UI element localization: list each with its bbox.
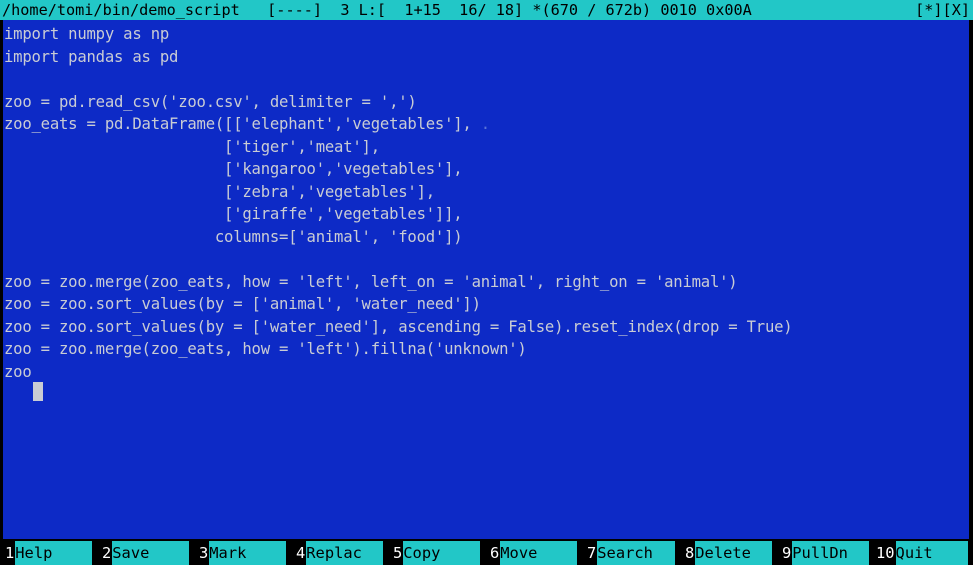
text-cursor <box>33 382 43 401</box>
function-key-9-label: PullDn <box>792 541 870 565</box>
function-key-4-label: Replac <box>306 541 384 565</box>
function-key-5-copy[interactable]: 5 Copy <box>388 541 485 565</box>
line-continuation-marker: . <box>471 115 490 133</box>
function-key-10-quit[interactable]: 10 Quit <box>874 541 971 565</box>
function-key-5-number: 5 <box>388 541 404 565</box>
function-key-bar: 1 Help 2 Save 3 Mark 4 Replac 5 Copy 6 M… <box>0 541 973 565</box>
function-key-6-number: 6 <box>485 541 501 565</box>
function-key-6-move[interactable]: 6 Move <box>485 541 582 565</box>
function-key-1-label: Help <box>15 541 93 565</box>
function-key-2-save[interactable]: 2 Save <box>97 541 194 565</box>
function-key-8-label: Delete <box>695 541 773 565</box>
function-key-7-search[interactable]: 7 Search <box>582 541 680 565</box>
title-bar-status-text: /home/tomi/bin/demo_script [----] 3 L:[ … <box>2 1 752 19</box>
window-controls[interactable]: [*][X] <box>915 0 970 20</box>
function-key-8-number: 8 <box>680 541 696 565</box>
editor-right-border <box>969 20 973 539</box>
function-key-3-mark[interactable]: 3 Mark <box>194 541 291 565</box>
function-key-7-label: Search <box>597 541 676 565</box>
function-key-9-number: 9 <box>777 541 793 565</box>
function-key-2-number: 2 <box>97 541 113 565</box>
function-key-10-number: 10 <box>874 541 896 565</box>
editor-text-area[interactable]: import numpy as np import pandas as pd z… <box>0 20 973 539</box>
function-key-2-label: Save <box>112 541 190 565</box>
mcedit-window: /home/tomi/bin/demo_script [----] 3 L:[ … <box>0 0 973 565</box>
function-key-7-number: 7 <box>582 541 598 565</box>
function-key-1-number: 1 <box>0 541 16 565</box>
function-key-9-pulldown[interactable]: 9 PullDn <box>777 541 874 565</box>
function-key-4-replace[interactable]: 4 Replac <box>291 541 388 565</box>
function-key-6-label: Move <box>500 541 578 565</box>
function-key-3-label: Mark <box>209 541 287 565</box>
source-code-content[interactable]: import numpy as np import pandas as pd z… <box>4 23 793 383</box>
function-key-10-label: Quit <box>895 541 968 565</box>
function-key-8-delete[interactable]: 8 Delete <box>680 541 777 565</box>
editor-left-border <box>0 20 3 539</box>
function-key-5-label: Copy <box>403 541 481 565</box>
function-key-4-number: 4 <box>291 541 307 565</box>
function-key-1-help[interactable]: 1 Help <box>0 541 97 565</box>
title-bar: /home/tomi/bin/demo_script [----] 3 L:[ … <box>0 0 973 20</box>
function-key-3-number: 3 <box>194 541 210 565</box>
